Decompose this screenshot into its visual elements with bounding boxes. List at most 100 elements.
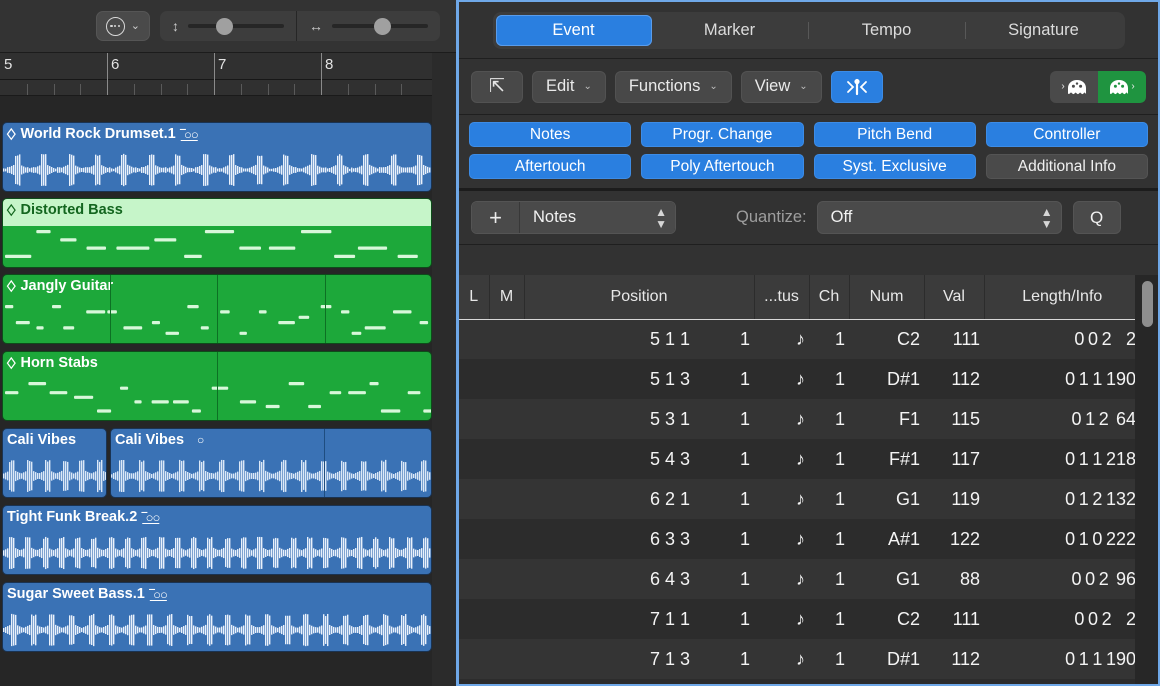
functions-menu-label: Functions [629, 77, 701, 96]
loop-icon: ‾○○ [150, 587, 167, 602]
cell-mute [489, 679, 524, 686]
table-row[interactable]: 5 4 31♪1F#11170 1 1 218 [459, 439, 1140, 479]
event-type-select[interactable]: Notes ▲▼ [520, 202, 675, 233]
col-header-mute[interactable]: M [489, 275, 524, 319]
loop-icon: ‾○○ [181, 127, 198, 142]
table-row[interactable]: 5 1 31♪1D#11120 1 1 190 [459, 359, 1140, 399]
region-world-rock-drumset[interactable]: ◇ World Rock Drumset.1 ‾○○ [2, 122, 432, 192]
col-header-num[interactable]: Num [849, 275, 924, 319]
col-header-lock[interactable]: L [459, 275, 489, 319]
event-list-panel: Event Marker Tempo Signature ⇱ Edit ⌄ Fu… [456, 0, 1160, 686]
region-distorted-bass[interactable]: ◇ Distorted Bass [2, 198, 432, 268]
quantize-label: Quantize: [736, 208, 807, 227]
col-header-channel[interactable]: Ch [809, 275, 849, 319]
table-row[interactable]: 6 2 11♪1G11190 1 2 132 [459, 479, 1140, 519]
logic-pro-event-list-window: ⌄ ↕ ↔ 5678 [0, 0, 1160, 686]
event-type-value: Notes [533, 208, 576, 227]
filter-additional-info[interactable]: Additional Info [986, 154, 1148, 179]
vertical-zoom-slider[interactable]: ↕ [160, 11, 296, 41]
event-list-toolbar: ⇱ Edit ⌄ Functions ⌄ View ⌄ [459, 59, 1158, 115]
horizontal-zoom-knob[interactable] [374, 18, 391, 35]
tab-signature[interactable]: Signature [966, 15, 1122, 46]
quantize-apply-button[interactable]: Q [1073, 201, 1121, 234]
col-header-position[interactable]: Position [524, 275, 754, 319]
region-header-light: ◇ Distorted Bass [3, 199, 431, 226]
catch-playhead-button[interactable] [831, 71, 883, 103]
chevron-down-icon: ⌄ [131, 21, 140, 32]
table-row[interactable]: 6 3 31♪1A#11220 1 0 222 [459, 519, 1140, 559]
cell-length-info: 0 1 1 190 [984, 639, 1140, 679]
view-options-button[interactable]: ⌄ [96, 11, 150, 41]
midi-out-button[interactable]: › [1098, 71, 1146, 103]
circle-icon: ○ [197, 433, 204, 447]
vertical-zoom-knob[interactable] [216, 18, 233, 35]
filter-poly-aftertouch[interactable]: Poly Aftertouch [641, 154, 803, 179]
tab-event[interactable]: Event [496, 15, 652, 46]
cell-num: G1 [849, 479, 924, 519]
col-header-length-info[interactable]: Length/Info [984, 275, 1140, 319]
filter-aftertouch[interactable]: Aftertouch [469, 154, 631, 179]
region-name: Jangly Guitar [20, 278, 113, 294]
filter-syst-exclusive[interactable]: Syst. Exclusive [814, 154, 976, 179]
arrange-right-gutter [432, 53, 456, 686]
col-header-val[interactable]: Val [924, 275, 984, 319]
filter-progr-change[interactable]: Progr. Change [641, 122, 803, 147]
filter-controller[interactable]: Controller [986, 122, 1148, 147]
midi-in-button[interactable]: › [1050, 71, 1098, 103]
cell-position-sub: 1 [694, 479, 754, 519]
cell-lock [459, 319, 489, 359]
bar-ruler[interactable]: 5678 [0, 53, 456, 96]
cell-position: 5 1 1 [524, 319, 694, 359]
region-split-line [325, 275, 326, 344]
table-row[interactable]: 7 3 11♪1F11150 1 2 64 [459, 679, 1140, 686]
bar-number: 7 [214, 56, 226, 73]
table-row[interactable]: 7 1 31♪1D#11120 1 1 190 [459, 639, 1140, 679]
cell-length-info: 0 1 2 132 [984, 479, 1140, 519]
add-event-button[interactable]: + [472, 202, 520, 233]
region-jangly-guitar[interactable]: ◇ Jangly Guitar [2, 274, 432, 344]
horizontal-zoom-track[interactable] [332, 24, 428, 28]
region-cali-vibes-2[interactable]: Cali Vibes ○ [110, 428, 432, 498]
cell-position: 5 3 1 [524, 399, 694, 439]
cell-val: 112 [924, 639, 984, 679]
filter-notes[interactable]: Notes [469, 122, 631, 147]
cell-mute [489, 359, 524, 399]
cell-channel: 1 [809, 519, 849, 559]
event-table: L M Position ...tus Ch Num Val Length/In… [459, 275, 1140, 686]
cell-channel: 1 [809, 399, 849, 439]
tab-tempo[interactable]: Tempo [809, 15, 965, 46]
cell-channel: 1 [809, 639, 849, 679]
chevron-down-icon: ⌄ [799, 81, 807, 92]
edit-menu-button[interactable]: Edit ⌄ [532, 71, 606, 103]
chevron-right-icon: › [1061, 81, 1064, 92]
horizontal-zoom-slider[interactable]: ↔ [296, 11, 440, 41]
filter-pitch-bend[interactable]: Pitch Bend [814, 122, 976, 147]
table-row[interactable]: 5 1 11♪1C21110 0 2 2 [459, 319, 1140, 359]
view-menu-button[interactable]: View ⌄ [741, 71, 822, 103]
table-row[interactable]: 6 4 31♪1G1880 0 2 96 [459, 559, 1140, 599]
cell-val: 112 [924, 359, 984, 399]
cell-num: A#1 [849, 519, 924, 559]
scrollbar-thumb[interactable] [1142, 281, 1153, 327]
cell-num: F#1 [849, 439, 924, 479]
region-name: Sugar Sweet Bass.1 [7, 586, 145, 602]
table-row[interactable]: 5 3 11♪1F11150 1 2 64 [459, 399, 1140, 439]
vertical-arrows-icon: ↕ [172, 19, 179, 33]
cell-position-sub: 1 [694, 559, 754, 599]
region-cali-vibes-1[interactable]: Cali Vibes [2, 428, 107, 498]
eighth-note-icon: ♪ [754, 359, 809, 399]
col-header-status[interactable]: ...tus [754, 275, 809, 319]
quantize-select[interactable]: Off ▲▼ [817, 201, 1062, 234]
go-up-button[interactable]: ⇱ [471, 71, 523, 103]
region-horn-stabs[interactable]: ◇ Horn Stabs [2, 351, 432, 421]
region-sugar-sweet-bass[interactable]: Sugar Sweet Bass.1 ‾○○ [2, 582, 432, 652]
functions-menu-button[interactable]: Functions ⌄ [615, 71, 732, 103]
event-table-scrollbar[interactable] [1135, 275, 1158, 684]
vertical-zoom-track[interactable] [188, 24, 284, 28]
region-title: Cali Vibes ○ [111, 429, 431, 448]
tab-marker[interactable]: Marker [652, 15, 808, 46]
table-row[interactable]: 7 1 11♪1C21110 0 2 2 [459, 599, 1140, 639]
region-split-line [324, 429, 325, 498]
region-tight-funk-break[interactable]: Tight Funk Break.2 ‾○○ [2, 505, 432, 575]
audio-waveform [3, 151, 432, 189]
